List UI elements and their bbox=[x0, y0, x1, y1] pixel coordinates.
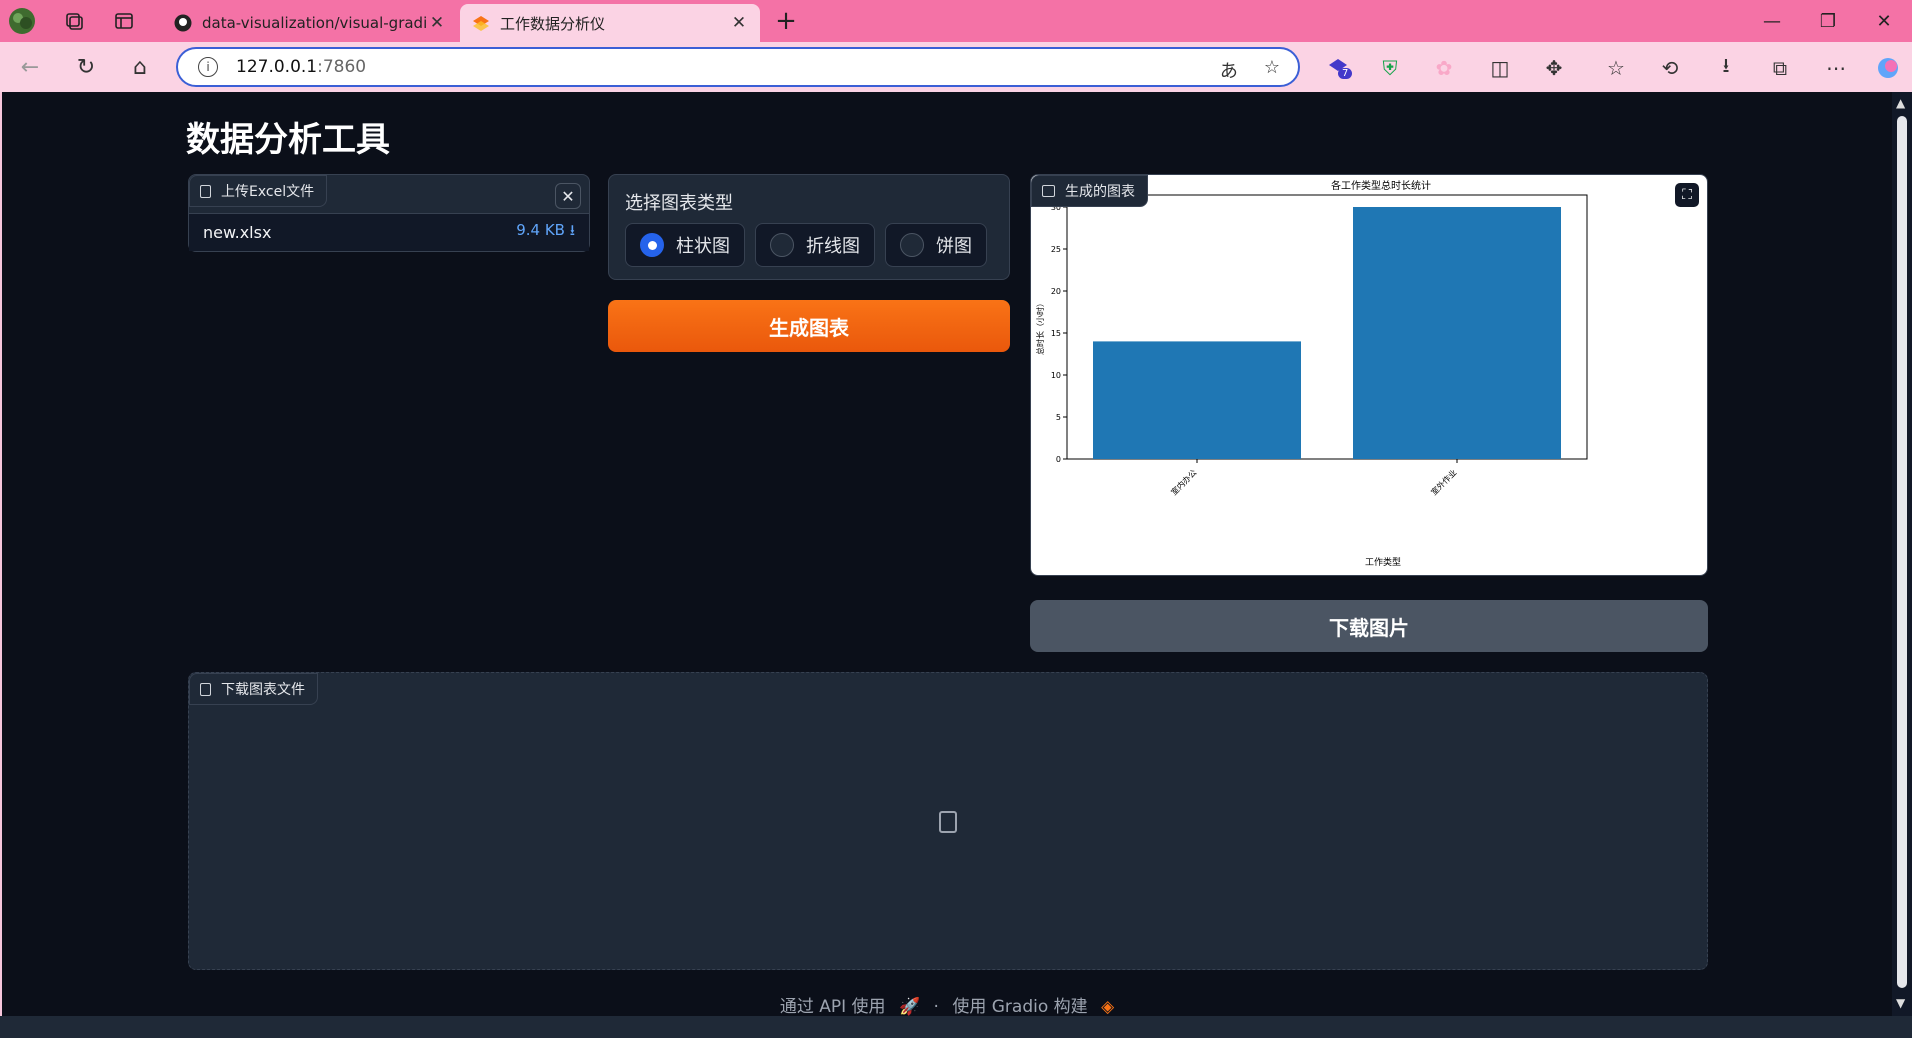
footer-separator: · bbox=[933, 997, 939, 1016]
download-file-label: 下载图表文件 bbox=[189, 673, 318, 705]
extension-icon[interactable]: 7 bbox=[1324, 54, 1353, 82]
radio-unchecked-icon[interactable] bbox=[900, 233, 924, 257]
history-icon[interactable]: ⟲ bbox=[1656, 54, 1684, 82]
chart-type-radio: 选择图表类型 柱状图 折线图 饼图 bbox=[608, 174, 1010, 280]
page-scrollbar[interactable]: ▲ ▼ bbox=[1892, 92, 1912, 1016]
favorite-star-icon[interactable]: ☆ bbox=[1264, 57, 1280, 83]
back-icon[interactable]: ← bbox=[14, 52, 46, 82]
radio-label: 选择图表类型 bbox=[625, 193, 733, 214]
copilot-icon[interactable] bbox=[1874, 54, 1902, 82]
image-icon bbox=[1042, 185, 1055, 197]
bar-chart: 各工作类型总时长统计 051015202530 室内办公 室外作业 工作类型 总时… bbox=[1035, 179, 1588, 568]
more-menu-icon[interactable]: ⋯ bbox=[1822, 54, 1850, 82]
read-aloud-icon[interactable]: あ bbox=[1220, 57, 1238, 83]
radio-unchecked-icon[interactable] bbox=[770, 233, 794, 257]
extension-badge: 7 bbox=[1338, 68, 1353, 79]
y-axis-label: 总时长（小时） bbox=[1035, 299, 1045, 355]
scrollbar-thumb[interactable] bbox=[1897, 116, 1907, 988]
download-file-label-text: 下载图表文件 bbox=[221, 682, 305, 698]
chart-panel-label-text: 生成的图表 bbox=[1065, 184, 1135, 200]
generate-chart-button[interactable]: 生成图表 bbox=[608, 300, 1010, 352]
tab-github[interactable]: data-visualization/visual-gradio.p ✕ bbox=[162, 4, 458, 42]
chart-title: 各工作类型总时长统计 bbox=[1331, 179, 1431, 192]
gradio-link[interactable]: 使用 Gradio 构建 bbox=[952, 997, 1087, 1016]
page-title: 数据分析工具 bbox=[186, 120, 390, 160]
footer: 通过 API 使用 🚀 · 使用 Gradio 构建 ◈ bbox=[2, 992, 1892, 1016]
home-icon[interactable]: ⌂ bbox=[124, 52, 156, 82]
extension-icon[interactable]: ◫ bbox=[1486, 54, 1514, 82]
browser-tab-bar: data-visualization/visual-gradio.p ✕ 工作数… bbox=[0, 0, 1912, 42]
bar bbox=[1093, 341, 1301, 459]
y-tick-label: 5 bbox=[1056, 413, 1061, 422]
bar bbox=[1353, 207, 1561, 459]
rocket-icon: 🚀 bbox=[898, 997, 921, 1016]
radio-checked-icon[interactable] bbox=[640, 233, 664, 257]
favorites-icon[interactable]: ☆ bbox=[1602, 54, 1630, 82]
restore-button[interactable]: ❐ bbox=[1806, 6, 1850, 36]
shield-icon[interactable]: ⛨ bbox=[1376, 54, 1404, 82]
download-icon[interactable]: ⭳ bbox=[1712, 53, 1740, 82]
radio-option-label: 折线图 bbox=[806, 236, 860, 257]
tab-actions-icon[interactable] bbox=[108, 6, 140, 36]
api-link[interactable]: 通过 API 使用 bbox=[780, 997, 886, 1016]
file-icon bbox=[200, 682, 211, 696]
chart-image-panel: 生成的图表 ⛶ 各工作类型总时长统计 0 5 10 15 20 25 30 室内办公 室外作业… bbox=[1030, 174, 1708, 576]
chart-panel-label: 生成的图表 bbox=[1031, 175, 1148, 207]
tab-close-button[interactable]: ✕ bbox=[428, 13, 446, 33]
os-taskbar bbox=[0, 1016, 1912, 1038]
radio-option-bar[interactable]: 柱状图 bbox=[625, 223, 745, 267]
y-tick-label: 15 bbox=[1051, 329, 1061, 338]
file-upload[interactable]: 上传Excel文件 ✕ new.xlsx 9.4 KB ⭳ bbox=[188, 174, 590, 252]
radio-option-label: 饼图 bbox=[936, 236, 972, 257]
uploaded-file-row[interactable]: new.xlsx 9.4 KB ⭳ bbox=[189, 213, 589, 251]
extensions-puzzle-icon[interactable]: ✥ bbox=[1540, 54, 1568, 82]
tab-title: data-visualization/visual-gradio.p bbox=[202, 14, 428, 32]
empty-file-icon bbox=[939, 811, 957, 833]
tab-title: 工作数据分析仪 bbox=[500, 14, 606, 33]
x-axis-label: 工作类型 bbox=[1365, 556, 1401, 568]
radio-option-pie[interactable]: 饼图 bbox=[885, 223, 987, 267]
y-tick-label: 25 bbox=[1051, 245, 1061, 254]
x-tick-label: 室外作业 bbox=[1429, 467, 1459, 497]
file-download-link[interactable]: 9.4 KB ⭳ bbox=[516, 220, 575, 245]
url-port: :7860 bbox=[317, 57, 367, 77]
refresh-icon[interactable]: ↻ bbox=[70, 52, 102, 82]
gradio-logo-icon: ◈ bbox=[1101, 997, 1115, 1016]
url-host: 127.0.0.1 bbox=[236, 57, 318, 77]
tab-close-button[interactable]: ✕ bbox=[730, 13, 748, 33]
y-tick-label: 10 bbox=[1051, 371, 1061, 380]
site-info-icon[interactable]: i bbox=[198, 57, 218, 77]
radio-option-label: 柱状图 bbox=[676, 236, 730, 257]
radio-option-line[interactable]: 折线图 bbox=[755, 223, 875, 267]
screenshot-icon[interactable]: ⧉ bbox=[1766, 54, 1794, 82]
y-tick-label: 20 bbox=[1051, 287, 1061, 296]
fullscreen-icon[interactable]: ⛶ bbox=[1675, 183, 1699, 207]
file-name: new.xlsx bbox=[203, 223, 272, 242]
tab-active-app[interactable]: 工作数据分析仪 ✕ bbox=[460, 4, 760, 42]
collections-icon[interactable] bbox=[58, 6, 90, 36]
upload-label-text: 上传Excel文件 bbox=[221, 184, 315, 200]
scroll-down-icon[interactable]: ▼ bbox=[1896, 996, 1905, 1010]
y-tick-label: 0 bbox=[1056, 455, 1061, 464]
minimize-button[interactable]: — bbox=[1750, 6, 1794, 36]
x-tick-label: 室内办公 bbox=[1169, 467, 1199, 497]
profile-avatar[interactable] bbox=[6, 6, 38, 36]
close-window-button[interactable]: ✕ bbox=[1862, 6, 1906, 36]
browser-nav-bar: ← ↻ ⌂ i 127.0.0.1:7860 あ ☆ 7 ⛨ ✿ ◫ ✥ ☆ ⟲… bbox=[0, 42, 1912, 92]
new-tab-button[interactable]: + bbox=[770, 6, 802, 36]
scroll-up-icon[interactable]: ▲ bbox=[1896, 96, 1905, 110]
github-icon bbox=[174, 14, 192, 32]
address-bar[interactable]: i 127.0.0.1:7860 あ ☆ bbox=[176, 47, 1300, 87]
extension-icon[interactable]: ✿ bbox=[1430, 54, 1458, 82]
upload-label: 上传Excel文件 bbox=[189, 175, 328, 207]
file-icon bbox=[200, 184, 211, 198]
gradio-app: 数据分析工具 上传Excel文件 ✕ new.xlsx 9.4 KB ⭳ 选择图… bbox=[2, 92, 1892, 1016]
download-file-dropzone[interactable]: 下载图表文件 bbox=[188, 672, 1708, 970]
download-image-button[interactable]: 下载图片 bbox=[1030, 600, 1708, 652]
clear-file-button[interactable]: ✕ bbox=[555, 183, 581, 209]
gradio-logo-icon bbox=[473, 16, 489, 31]
